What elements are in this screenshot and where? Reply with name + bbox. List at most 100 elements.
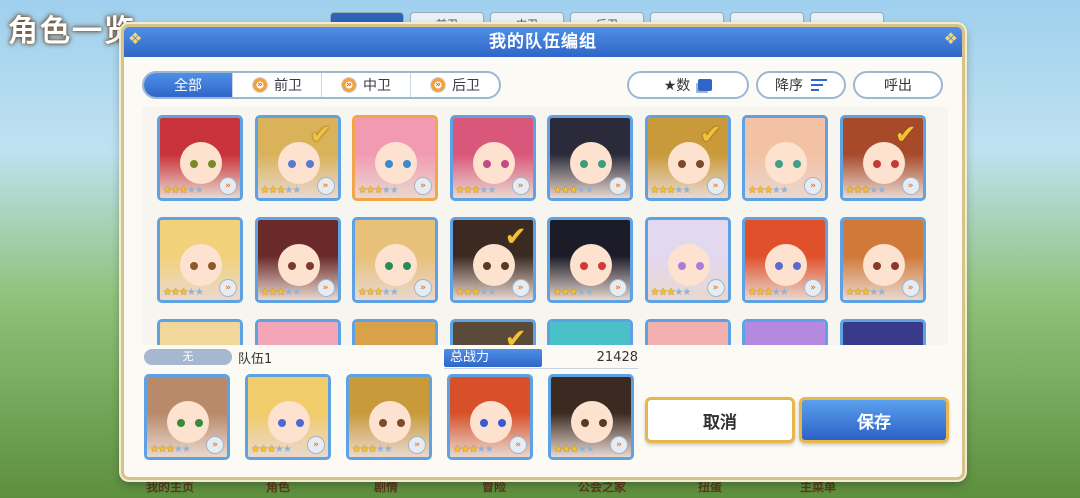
cancel-button[interactable]: 取消: [645, 397, 795, 443]
eye: [775, 160, 783, 168]
team-badge: 无: [144, 349, 232, 365]
character-card[interactable]: [254, 319, 341, 345]
star-rating: ★★★★★: [455, 287, 497, 298]
eye: [695, 160, 704, 168]
role-arrow-icon: »: [414, 177, 432, 195]
character-card[interactable]: ★★★★★ »: [742, 115, 828, 201]
background-bottom-nav: 我的主页 角色 剧情 冒险 公会之家 扭蛋 主菜单: [140, 478, 848, 495]
character-card[interactable]: ★★★★★ » ✔: [644, 115, 731, 201]
save-button[interactable]: 保存: [799, 397, 949, 443]
nav-item: 冒险: [481, 480, 506, 494]
eye: [403, 160, 411, 168]
role-arrow-icon: »: [511, 279, 530, 297]
role-arrow-icon: »: [430, 77, 446, 93]
sort-order-button[interactable]: 降序: [756, 71, 846, 99]
role-arrow-icon: »: [901, 177, 920, 195]
star-rating: ★★★★★: [554, 444, 595, 455]
copy-icon: [698, 79, 713, 91]
eye: [872, 160, 881, 168]
eye: [599, 419, 607, 427]
character-card[interactable]: ★★★★★ »: [742, 217, 828, 303]
role-arrow-icon: »: [414, 279, 432, 297]
tab-front[interactable]: » 前卫: [233, 73, 322, 97]
character-card[interactable]: ★★★★★ »: [254, 217, 341, 303]
checkmark-icon: ✔: [309, 120, 332, 150]
star-rating: ★★★★★: [352, 444, 393, 455]
eye: [482, 262, 491, 270]
character-card[interactable]: ★★★★★ »: [644, 217, 731, 303]
role-arrow-icon: »: [219, 279, 237, 297]
star-rating: ★★★★★: [748, 185, 789, 196]
eye: [890, 160, 899, 168]
nav-item: 我的主页: [145, 480, 194, 494]
dialog-title: 我的队伍编组: [124, 27, 962, 57]
character-card[interactable]: [547, 319, 633, 345]
eye: [581, 419, 589, 427]
eye: [296, 419, 304, 427]
background-title: 角色一览: [8, 14, 136, 49]
character-card[interactable]: [352, 319, 438, 345]
star-rating: ★★★★★: [260, 185, 302, 196]
character-card[interactable]: ★★★★★ »: [839, 217, 926, 303]
role-arrow-icon: »: [706, 279, 725, 297]
star-rating: ★★★★★: [358, 287, 399, 298]
eye: [677, 160, 686, 168]
tab-back[interactable]: » 后卫: [411, 73, 499, 97]
tab-all[interactable]: 全部: [144, 73, 233, 97]
team-info: 无 队伍1: [142, 349, 422, 367]
eye: [890, 262, 899, 270]
team-member-card[interactable]: ★★★★★ »: [245, 374, 331, 460]
star-rating: ★★★★★: [553, 287, 594, 298]
total-power-value: 21428: [596, 350, 638, 365]
character-card[interactable]: ★★★★★ »: [547, 217, 633, 303]
eye: [305, 262, 314, 270]
role-arrow-icon: »: [511, 177, 530, 195]
sort-key-button[interactable]: ★数: [627, 71, 749, 99]
star-rating: ★★★★★: [455, 185, 497, 196]
eye: [385, 262, 393, 270]
character-card[interactable]: [157, 319, 243, 345]
eye: [793, 262, 801, 270]
role-arrow-icon: »: [509, 436, 527, 454]
character-card[interactable]: ✔: [449, 319, 536, 345]
character-card[interactable]: ★★★★★ »: [157, 217, 243, 303]
call-label: 呼出: [884, 78, 912, 94]
character-card[interactable]: ★★★★★ » ✔: [254, 115, 341, 201]
team-member-card[interactable]: ★★★★★ »: [447, 374, 533, 460]
team-member-card[interactable]: ★★★★★ »: [346, 374, 432, 460]
team-member-card[interactable]: ★★★★★ »: [144, 374, 230, 460]
team-member-card[interactable]: ★★★★★ »: [548, 374, 634, 460]
checkmark-icon: ✔: [894, 120, 917, 150]
character-grid[interactable]: ★★★★★ » ★★★★★ » ✔ ★★★★★ » ★★★★★ » ★★★★★ » ★★★★★ » ✔ ★★…: [142, 107, 948, 345]
nav-item: 角色: [265, 480, 290, 494]
eye: [482, 160, 491, 168]
checkmark-icon: ✔: [504, 222, 527, 252]
eye: [598, 160, 606, 168]
character-card[interactable]: ★★★★★ »: [449, 115, 536, 201]
character-card[interactable]: ★★★★★ »: [547, 115, 633, 201]
divider: [444, 368, 638, 369]
character-card[interactable]: ★★★★★ »: [352, 115, 438, 201]
character-card[interactable]: ★★★★★ »: [352, 217, 438, 303]
character-portrait: [842, 322, 923, 345]
character-card[interactable]: ★★★★★ » ✔: [839, 115, 926, 201]
star-rating: ★★★★★: [553, 185, 594, 196]
character-card[interactable]: [644, 319, 731, 345]
tab-middle[interactable]: » 中卫: [322, 73, 411, 97]
character-card[interactable]: ★★★★★ » ✔: [449, 217, 536, 303]
star-rating: ★★★★★: [163, 185, 204, 196]
character-card[interactable]: [839, 319, 926, 345]
eye: [385, 160, 393, 168]
tab-label: 前卫: [274, 78, 302, 94]
character-card[interactable]: [742, 319, 828, 345]
star-rating: ★★★★★: [845, 287, 887, 298]
eye: [379, 419, 387, 427]
eye: [872, 262, 881, 270]
call-button[interactable]: 呼出: [853, 71, 943, 99]
ornament-icon: ❖: [128, 29, 143, 48]
team-edit-dialog: 我的队伍编组 ❖ ❖ 全部 » 前卫 » 中卫 » 后卫 ★数 降序 呼出 ★★★★★…: [121, 24, 965, 480]
eye: [190, 160, 198, 168]
character-card[interactable]: ★★★★★ »: [157, 115, 243, 201]
eye: [677, 262, 686, 270]
role-arrow-icon: »: [609, 279, 627, 297]
